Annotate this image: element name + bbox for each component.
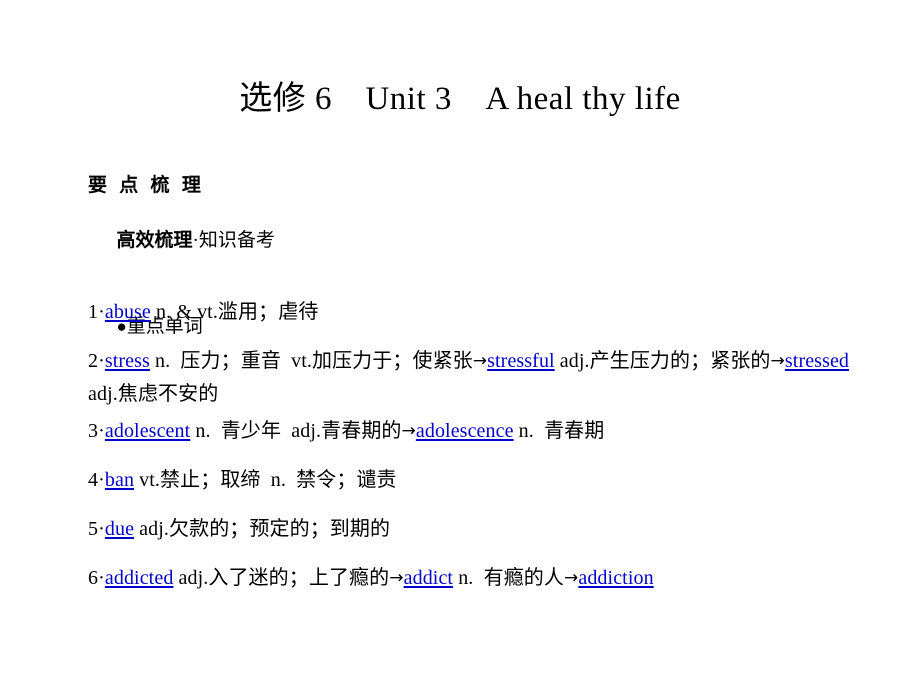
entry-line: 2·stress n. 压力；重音 vt.加压力于；使紧张→stressful … [88, 345, 858, 411]
vocabulary-keyword[interactable]: adolescent [105, 420, 190, 442]
entry-number: 5 [88, 518, 99, 540]
vocabulary-keyword[interactable]: abuse [105, 301, 151, 323]
list-item: 5·due adj.欠款的；预定的；到期的 [88, 513, 858, 546]
entry-line: 3·adolescent n. 青少年 adj.青春期的→adolescence… [88, 415, 858, 448]
vocabulary-keyword[interactable]: due [105, 518, 134, 540]
vocabulary-keyword-derived[interactable]: addict [404, 567, 453, 589]
vocabulary-keyword-derived[interactable]: adolescence [416, 420, 514, 442]
section-heading-sub: 高效梳理·知识备考 [88, 199, 878, 283]
section-heading-main: 要 点 梳 理 [88, 175, 205, 196]
entry-definition: n. 青春期 [513, 420, 605, 442]
entry-line: 5·due adj.欠款的；预定的；到期的 [88, 513, 858, 546]
vocabulary-keyword[interactable]: stress [105, 350, 150, 372]
entry-definition: vt.禁止；取缔 n. 禁令；谴责 [134, 469, 397, 491]
entry-number: 1 [88, 301, 99, 323]
page-title: 选修 6 Unit 3 A heal thy life [239, 81, 681, 117]
entry-definition: n. 压力；重音 vt.加压力于；使紧张 [149, 350, 473, 372]
entry-separator: · [98, 567, 105, 589]
entry-line: 4·ban vt.禁止；取缔 n. 禁令；谴责 [88, 464, 858, 497]
entry-line: 6·addicted adj.入了迷的；上了瘾的→addict n. 有瘾的人→… [88, 562, 858, 595]
section-heading-sub-bold: 高效梳理 [116, 230, 193, 251]
entry-separator: · [98, 301, 105, 323]
section-heading-sub-rest: ·知识备考 [192, 230, 275, 251]
vocabulary-list: 1·abuse n. & vt.滥用；虐待 2·stress n. 压力；重音 … [88, 296, 858, 611]
vocabulary-keyword-derived[interactable]: stressed [785, 350, 849, 372]
vocabulary-keyword-derived[interactable]: addiction [578, 567, 653, 589]
derivation-arrow-icon: → [389, 568, 404, 588]
entry-definition: n. & vt.滥用；虐待 [150, 301, 319, 323]
entry-definition: adj.产生压力的；紧张的 [554, 350, 771, 372]
list-item: 4·ban vt.禁止；取缔 n. 禁令；谴责 [88, 464, 858, 497]
list-item: 1·abuse n. & vt.滥用；虐待 [88, 296, 858, 329]
vocabulary-keyword-derived[interactable]: stressful [487, 350, 555, 372]
entry-definition: n. 青少年 adj.青春期的 [190, 420, 402, 442]
entry-number: 6 [88, 567, 99, 589]
entry-definition: n. 有瘾的人 [453, 567, 564, 589]
entry-separator: · [98, 469, 105, 491]
slide-canvas: 选修 6 Unit 3 A heal thy life 要 点 梳 理 高效梳理… [0, 0, 920, 700]
entry-definition: adj.欠款的；预定的；到期的 [134, 518, 391, 540]
derivation-arrow-icon: → [564, 568, 579, 588]
entry-separator: · [98, 518, 105, 540]
vocabulary-keyword[interactable]: addicted [105, 567, 174, 589]
entry-separator: · [98, 350, 105, 372]
entry-definition: adj.入了迷的；上了瘾的 [173, 567, 390, 589]
entry-number: 2 [88, 350, 99, 372]
entry-number: 4 [88, 469, 99, 491]
list-item: 2·stress n. 压力；重音 vt.加压力于；使紧张→stressful … [88, 345, 858, 411]
entry-separator: · [98, 420, 105, 442]
vocabulary-keyword[interactable]: ban [105, 469, 134, 491]
derivation-arrow-icon: → [401, 421, 416, 441]
entry-number: 3 [88, 420, 99, 442]
list-item: 6·addicted adj.入了迷的；上了瘾的→addict n. 有瘾的人→… [88, 562, 858, 595]
derivation-arrow-icon: → [770, 351, 785, 371]
list-item: 3·adolescent n. 青少年 adj.青春期的→adolescence… [88, 415, 858, 448]
entry-line: 1·abuse n. & vt.滥用；虐待 [88, 296, 858, 329]
derivation-arrow-icon: → [472, 351, 488, 371]
